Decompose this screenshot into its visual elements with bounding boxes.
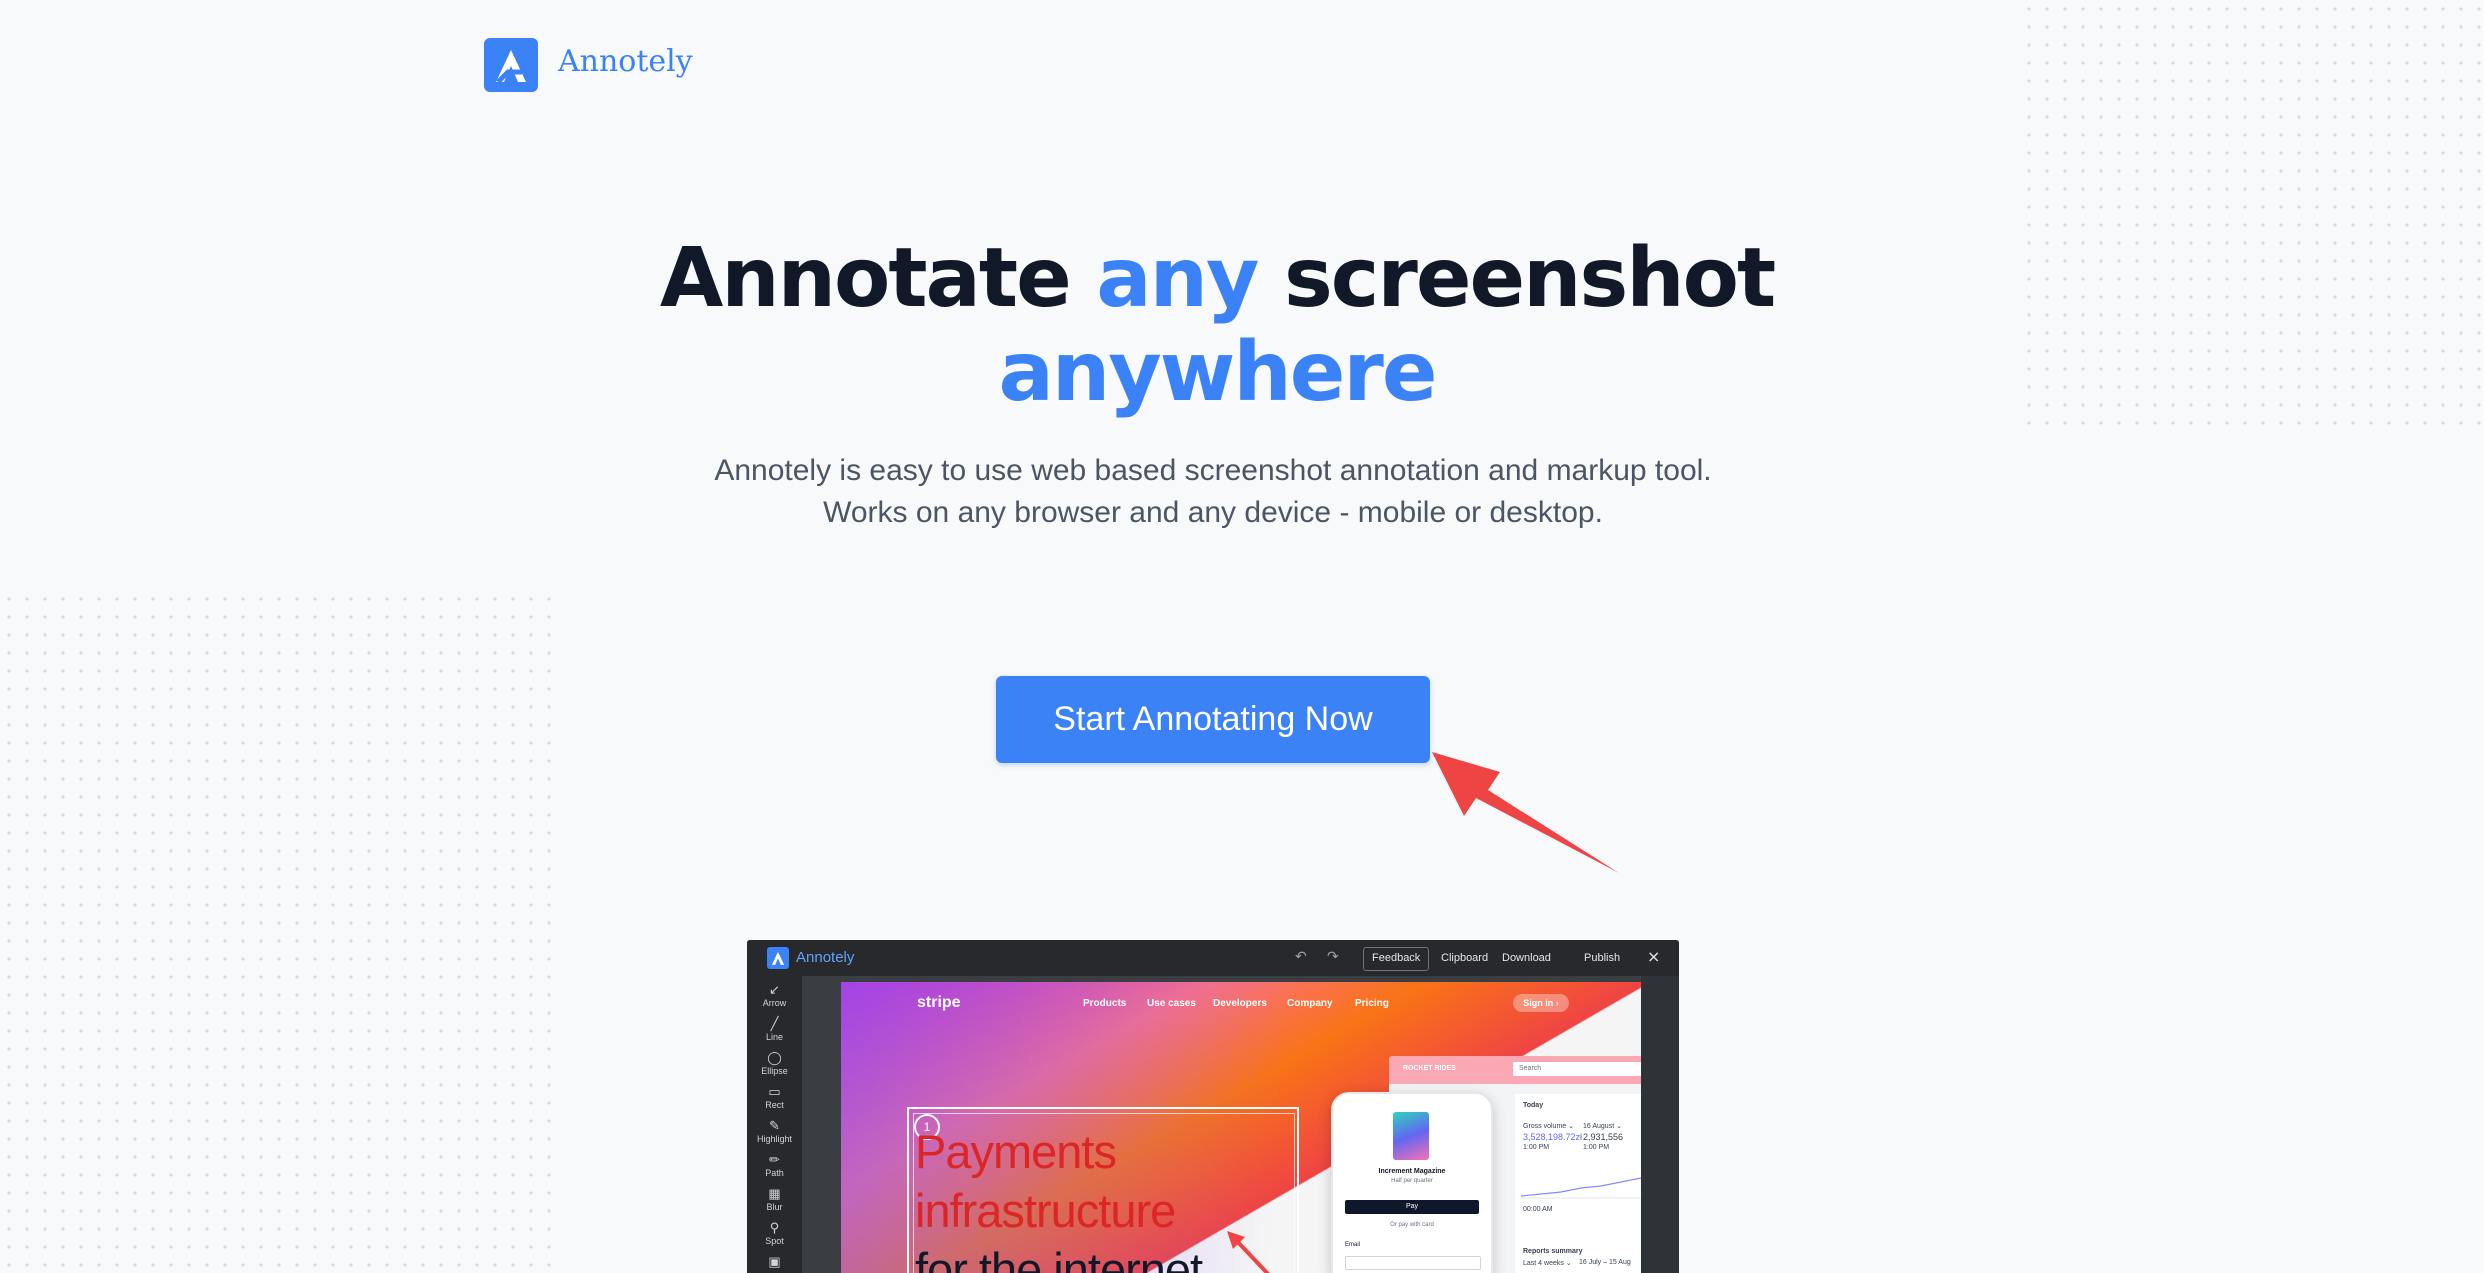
magazine-cover-image	[1393, 1112, 1429, 1160]
email-field	[1345, 1256, 1481, 1270]
highlight-tool-icon: ✎	[769, 1118, 780, 1133]
publish-button[interactable]: Publish	[1576, 947, 1628, 969]
hero-subtitle-line-2: Works on any browser and any device - mo…	[823, 496, 1603, 529]
dashboard-search: Search	[1513, 1062, 1641, 1076]
hero-subtitle-line-1: Annotely is easy to use web based screen…	[714, 454, 1712, 487]
annotely-logo-icon[interactable]	[484, 38, 538, 92]
blur-tool-icon: ▦	[768, 1186, 781, 1201]
tool-arrow[interactable]: ↙ Arrow	[747, 982, 802, 1009]
feedback-button[interactable]: Feedback	[1363, 947, 1430, 971]
path-tool-icon: ✏	[769, 1152, 780, 1167]
hero-title-highlight-anywhere: anywhere	[998, 325, 1438, 420]
canvas-side-panel	[1641, 976, 1679, 1273]
tool-blur[interactable]: ▦ Blur	[747, 1186, 802, 1213]
hero-title: Annotate any screenshot anywhere	[0, 232, 2434, 420]
mini-arrow-annotation-icon[interactable]	[1221, 1227, 1281, 1273]
download-button[interactable]: Download	[1494, 947, 1559, 969]
ellipse-tool-icon: ◯	[767, 1050, 782, 1065]
tool-image[interactable]: ▣	[747, 1254, 802, 1270]
tool-sidebar: ↙ Arrow ╱ Line ◯ Ellipse ▭ Rect ✎ Highlight ✏…	[747, 976, 802, 1273]
tool-rect[interactable]: ▭ Rect	[747, 1084, 802, 1111]
phone-mockup: Increment Magazine Half per quarter Pay …	[1331, 1092, 1493, 1273]
stripe-sign-in: Sign in ›	[1513, 994, 1569, 1012]
line-tool-icon: ╱	[770, 1016, 779, 1031]
dashboard-line-chart-icon	[1521, 1177, 1641, 1199]
close-icon[interactable]: ×	[1647, 947, 1660, 966]
dot-pattern-bottom-left	[0, 590, 560, 1273]
stripe-nav-item: Developers	[1213, 998, 1267, 1009]
spot-tool-icon: ⚲	[769, 1220, 780, 1235]
hero-title-part1: Annotate	[659, 231, 1097, 326]
tool-line[interactable]: ╱ Line	[747, 1016, 802, 1043]
tool-path[interactable]: ✏ Path	[747, 1152, 802, 1179]
stripe-nav-item: Products	[1083, 998, 1127, 1009]
app-logo-icon	[767, 947, 789, 969]
tool-highlight[interactable]: ✎ Highlight	[747, 1118, 802, 1145]
annotation-canvas[interactable]: stripe Products Use cases Developers Com…	[841, 982, 1641, 1273]
image-tool-icon: ▣	[768, 1254, 781, 1269]
tool-spot[interactable]: ⚲ Spot	[747, 1220, 802, 1247]
clipboard-button[interactable]: Clipboard	[1433, 947, 1496, 969]
dashboard-card: Today Gross volume ⌄ 3,528,198.72zł 1:00…	[1515, 1094, 1641, 1273]
brand-name[interactable]: Annotely	[558, 44, 693, 79]
rect-tool-icon: ▭	[768, 1084, 781, 1099]
stripe-nav-item: Company	[1287, 998, 1333, 1009]
stripe-headline: Payments infrastructure for the internet	[915, 1125, 1203, 1273]
arrow-tool-icon: ↙	[769, 982, 780, 997]
tool-ellipse[interactable]: ◯ Ellipse	[747, 1050, 802, 1077]
apple-pay-button: Pay	[1345, 1200, 1479, 1214]
stripe-nav-item: Pricing	[1355, 998, 1389, 1009]
app-preview: Annotely ↶ ↷ Feedback Clipboard Download…	[747, 940, 1679, 1273]
start-annotating-button[interactable]: Start Annotating Now	[996, 676, 1430, 763]
hero-title-highlight-any: any	[1096, 231, 1259, 326]
red-arrow-annotation-icon	[1432, 752, 1619, 873]
hero-subtitle: Annotely is easy to use web based screen…	[0, 450, 2426, 534]
stripe-nav-item: Use cases	[1147, 998, 1196, 1009]
app-toolbar: Annotely ↶ ↷ Feedback Clipboard Download…	[747, 940, 1679, 976]
hero-title-part2: screenshot	[1257, 231, 1776, 326]
redo-icon[interactable]: ↷	[1327, 949, 1339, 965]
dashboard-company: ROCKET RIDES	[1403, 1065, 1456, 1072]
stripe-logo: stripe	[917, 994, 961, 1011]
app-brand: Annotely	[796, 949, 855, 966]
undo-icon[interactable]: ↶	[1295, 949, 1307, 965]
